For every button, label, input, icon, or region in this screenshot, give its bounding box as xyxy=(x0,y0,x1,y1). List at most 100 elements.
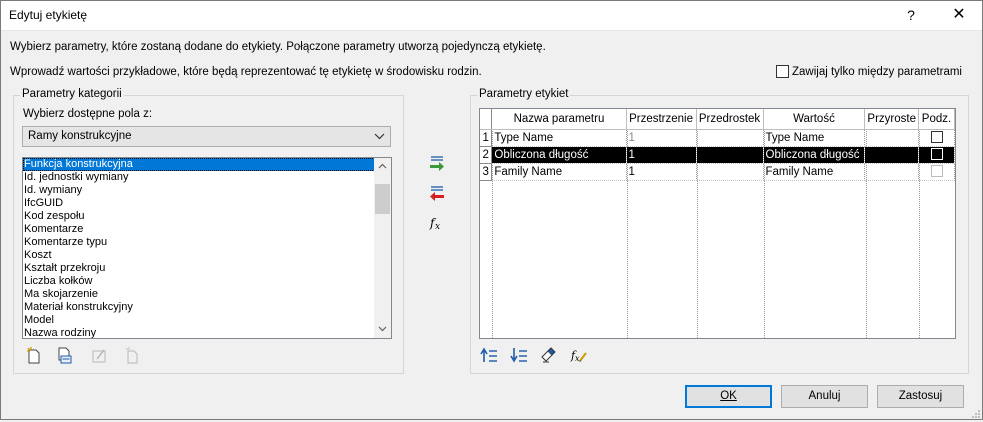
help-button[interactable]: ? xyxy=(896,2,926,28)
cell-sample-value[interactable]: Obliczona długość xyxy=(763,146,866,164)
cell-break xyxy=(918,146,955,164)
category-params-list[interactable]: Funkcja konstrukcyjna Id. jednostki wymia… xyxy=(22,157,392,339)
cell-prefix[interactable] xyxy=(696,129,764,147)
svg-text:x: x xyxy=(435,222,440,232)
table-row[interactable]: 2 Obliczona długość 1 Obliczona długość xyxy=(480,146,955,164)
cell-spaces[interactable]: 1 xyxy=(626,129,697,147)
edit-formula-button[interactable]: f x xyxy=(570,347,588,365)
move-up-icon xyxy=(480,346,498,366)
calculated-value-button[interactable]: f x xyxy=(428,215,446,233)
list-item[interactable]: Koszt xyxy=(23,249,375,262)
list-item[interactable]: Funkcja konstrukcyjna xyxy=(23,158,375,171)
cell-suffix[interactable] xyxy=(864,163,919,181)
cell-prefix[interactable] xyxy=(696,163,764,181)
cell-sample-value[interactable]: Family Name xyxy=(763,163,866,181)
hint-sample-values: Wprowadź wartości przykładowe, które będ… xyxy=(10,66,482,78)
parameter-properties-icon xyxy=(57,347,73,367)
close-button[interactable]: ✕ xyxy=(944,2,974,28)
break-checkbox[interactable] xyxy=(930,148,943,161)
column-header-suffix[interactable]: Przyroste xyxy=(864,109,919,130)
list-item[interactable]: Model xyxy=(23,314,375,327)
cell-suffix[interactable] xyxy=(864,146,919,164)
hint-select-params: Wybierz parametry, które zostaną dodane … xyxy=(10,41,546,53)
format-units-button[interactable] xyxy=(540,346,558,366)
cell-spaces[interactable]: 1 xyxy=(626,163,697,181)
label-params-title: Parametry etykiet xyxy=(477,88,571,100)
wrap-checkbox-box[interactable] xyxy=(776,65,789,78)
table-row[interactable]: 3 Family Name 1 Family Name xyxy=(480,163,955,181)
wrap-between-params-checkbox[interactable]: Zawijaj tylko między parametrami xyxy=(776,65,962,78)
remove-from-label-arrow-icon xyxy=(428,184,446,205)
cell-parameter-name[interactable]: Obliczona długość xyxy=(491,146,627,164)
cell-break xyxy=(918,163,955,181)
list-item[interactable]: Komentarze xyxy=(23,223,375,236)
cell-parameter-name[interactable]: Family Name xyxy=(491,163,627,181)
function-fx-icon: f x xyxy=(428,214,446,235)
scroll-down-icon[interactable] xyxy=(374,321,391,338)
label-params-table: Nazwa parametru Przestrzenie Przedrostek… xyxy=(480,109,955,181)
apply-button[interactable]: Zastosuj xyxy=(877,385,964,408)
apply-button-label: Zastosuj xyxy=(898,390,943,402)
cell-parameter-name[interactable]: Type Name xyxy=(491,129,627,147)
delete-parameter-button xyxy=(123,347,141,367)
list-item[interactable]: Ma skojarzenie xyxy=(23,288,375,301)
remove-parameter-button[interactable] xyxy=(428,185,446,203)
new-parameter-button[interactable] xyxy=(25,347,43,367)
format-units-icon xyxy=(540,346,558,366)
cell-break xyxy=(918,129,955,147)
label-params-grid[interactable]: Nazwa parametru Przestrzenie Przedrostek… xyxy=(479,108,956,339)
move-up-button[interactable] xyxy=(480,346,498,366)
move-down-icon xyxy=(510,347,528,366)
cancel-button[interactable]: Anuluj xyxy=(781,385,868,408)
column-header-prefix[interactable]: Przedrostek xyxy=(696,109,764,130)
add-to-label-arrow-icon xyxy=(428,154,446,175)
list-item[interactable]: Id. wymiany xyxy=(23,184,375,197)
category-combobox[interactable]: Ramy konstrukcyjne xyxy=(22,126,391,147)
chevron-down-icon[interactable] xyxy=(374,127,385,148)
grid-corner-cell xyxy=(480,109,493,130)
parameter-properties-button[interactable] xyxy=(56,347,74,367)
row-number: 2 xyxy=(480,146,493,164)
grid-header-row: Nazwa parametru Przestrzenie Przedrostek… xyxy=(480,109,955,130)
category-combobox-value: Ramy konstrukcyjne xyxy=(28,130,132,142)
move-down-button[interactable] xyxy=(510,347,528,365)
row-number: 3 xyxy=(480,163,493,181)
category-params-items: Funkcja konstrukcyjna Id. jednostki wymia… xyxy=(23,158,375,338)
list-item[interactable]: Nazwa rodziny xyxy=(23,327,375,338)
column-header-parameter-name[interactable]: Nazwa parametru xyxy=(491,109,627,130)
cell-sample-value[interactable]: Type Name xyxy=(763,129,866,147)
list-scrollbar[interactable] xyxy=(374,158,391,338)
scrollbar-thumb[interactable] xyxy=(375,184,390,214)
add-parameter-button[interactable] xyxy=(428,155,446,173)
category-params-title: Parametry kategorii xyxy=(20,88,124,100)
list-item[interactable]: Kod zespołu xyxy=(23,210,375,223)
wrap-checkbox-label: Zawijaj tylko między parametrami xyxy=(792,65,962,78)
window-title: Edytuj etykietę xyxy=(9,8,88,22)
column-header-sample-value[interactable]: Wartość xyxy=(763,109,866,130)
list-item[interactable]: Liczba kołków xyxy=(23,275,375,288)
list-item[interactable]: Komentarze typu xyxy=(23,236,375,249)
list-item[interactable]: Kształt przekroju xyxy=(23,262,375,275)
delete-parameter-icon xyxy=(124,347,140,367)
edit-formula-icon: f x xyxy=(570,347,588,366)
cell-suffix[interactable] xyxy=(864,129,919,147)
edit-parameter-button xyxy=(90,348,108,366)
scroll-up-icon[interactable] xyxy=(374,158,391,175)
list-item[interactable]: IfcGUID xyxy=(23,197,375,210)
table-row[interactable]: 1 Type Name 1 Type Name xyxy=(480,129,955,147)
title-bar: Edytuj etykietę ? ✕ xyxy=(0,0,983,31)
list-item[interactable]: Id. jednostki wymiany xyxy=(23,171,375,184)
resize-grip-icon[interactable] xyxy=(971,408,981,418)
column-header-break[interactable]: Podz. xyxy=(918,109,955,130)
available-fields-label: Wybierz dostępne pola z: xyxy=(23,108,153,120)
column-header-spaces[interactable]: Przestrzenie xyxy=(626,109,697,130)
cell-spaces[interactable]: 1 xyxy=(626,146,697,164)
row-number: 1 xyxy=(480,129,493,147)
cell-prefix[interactable] xyxy=(696,146,764,164)
break-checkbox[interactable] xyxy=(930,131,943,144)
cancel-button-label: Anuluj xyxy=(808,390,841,402)
ok-button-label: OK xyxy=(720,390,737,402)
ok-button[interactable]: OK xyxy=(685,385,772,408)
list-item[interactable]: Materiał konstrukcyjny xyxy=(23,301,375,314)
new-parameter-icon xyxy=(26,347,42,367)
